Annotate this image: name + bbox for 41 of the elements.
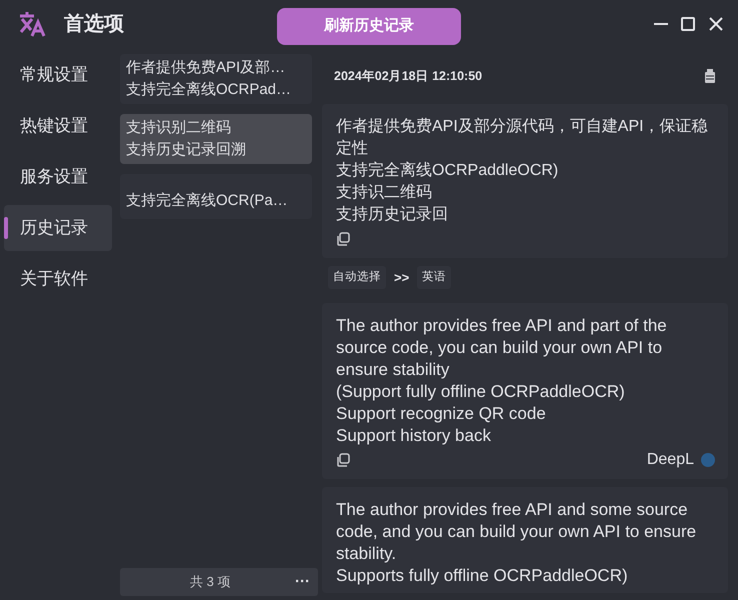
maximize-icon <box>680 16 696 32</box>
translation-line: Support history back <box>336 425 492 448</box>
source-text-line: 作者提供免费API及部分源代码，可自建API，保证稳定性 <box>336 116 709 159</box>
sidebar-item[interactable]: 常规设置 <box>4 52 112 98</box>
maximize-button[interactable] <box>680 16 696 32</box>
history-item[interactable]: 作者提供免费API及部… 支持完全离线OCRPad… <box>120 54 312 104</box>
delete-button[interactable] <box>704 69 716 83</box>
service-name: DeepL <box>646 450 694 470</box>
translation-line: (Support fully offline OCRPaddleOCR) <box>336 381 626 404</box>
window-title: 首选项 <box>64 12 124 37</box>
refresh-history-button[interactable]: 刷新历史记录 <box>277 8 461 45</box>
timestamp: 2024年02月18日 12:10:50 <box>334 68 484 85</box>
translate-logo-icon <box>18 10 46 38</box>
source-text-line: 支持历史记录回 <box>336 204 449 225</box>
translation-line: Supports fully offline OCRPaddleOCR) <box>336 565 629 588</box>
copy-icon <box>336 232 350 246</box>
item-count: 共 3 项 <box>190 573 232 592</box>
history-item[interactable]: 支持完全离线OCR(Pa… <box>120 174 312 219</box>
translation-line: The author provides free API and part of the source code, you can build your own API to ensure stability <box>336 315 668 382</box>
close-button[interactable] <box>708 16 724 32</box>
history-item[interactable]: 支持识别二维码 支持历史记录回溯 <box>120 114 312 164</box>
service-logo-icon <box>700 452 716 468</box>
trash-icon <box>704 69 716 83</box>
source-text-line: 支持完全离线OCRPaddleOCR) <box>336 160 560 181</box>
source-text-line: 支持识二维码 <box>336 182 433 203</box>
close-icon <box>708 16 724 32</box>
sidebar-item[interactable]: 热键设置 <box>4 103 112 149</box>
more-button[interactable]: ··· <box>295 570 310 594</box>
copy-button[interactable] <box>336 232 350 246</box>
translation-line: The author provides free API and some source code, and you can build your own API to ensure stability. <box>336 499 698 566</box>
sidebar-item[interactable]: 历史记录 <box>4 205 112 251</box>
target-language-button[interactable]: 英语 <box>417 266 452 290</box>
sidebar-item[interactable]: 服务设置 <box>4 154 112 200</box>
selection-indicator <box>4 217 8 239</box>
copy-button[interactable] <box>336 453 350 468</box>
minimize-icon <box>654 23 668 25</box>
copy-icon <box>336 453 350 468</box>
sidebar-item[interactable]: 关于软件 <box>4 256 112 302</box>
translation-line: Support recognize QR code <box>336 403 547 426</box>
direction-arrow: >> <box>394 268 410 287</box>
source-language-button[interactable]: 自动选择 <box>328 266 386 290</box>
